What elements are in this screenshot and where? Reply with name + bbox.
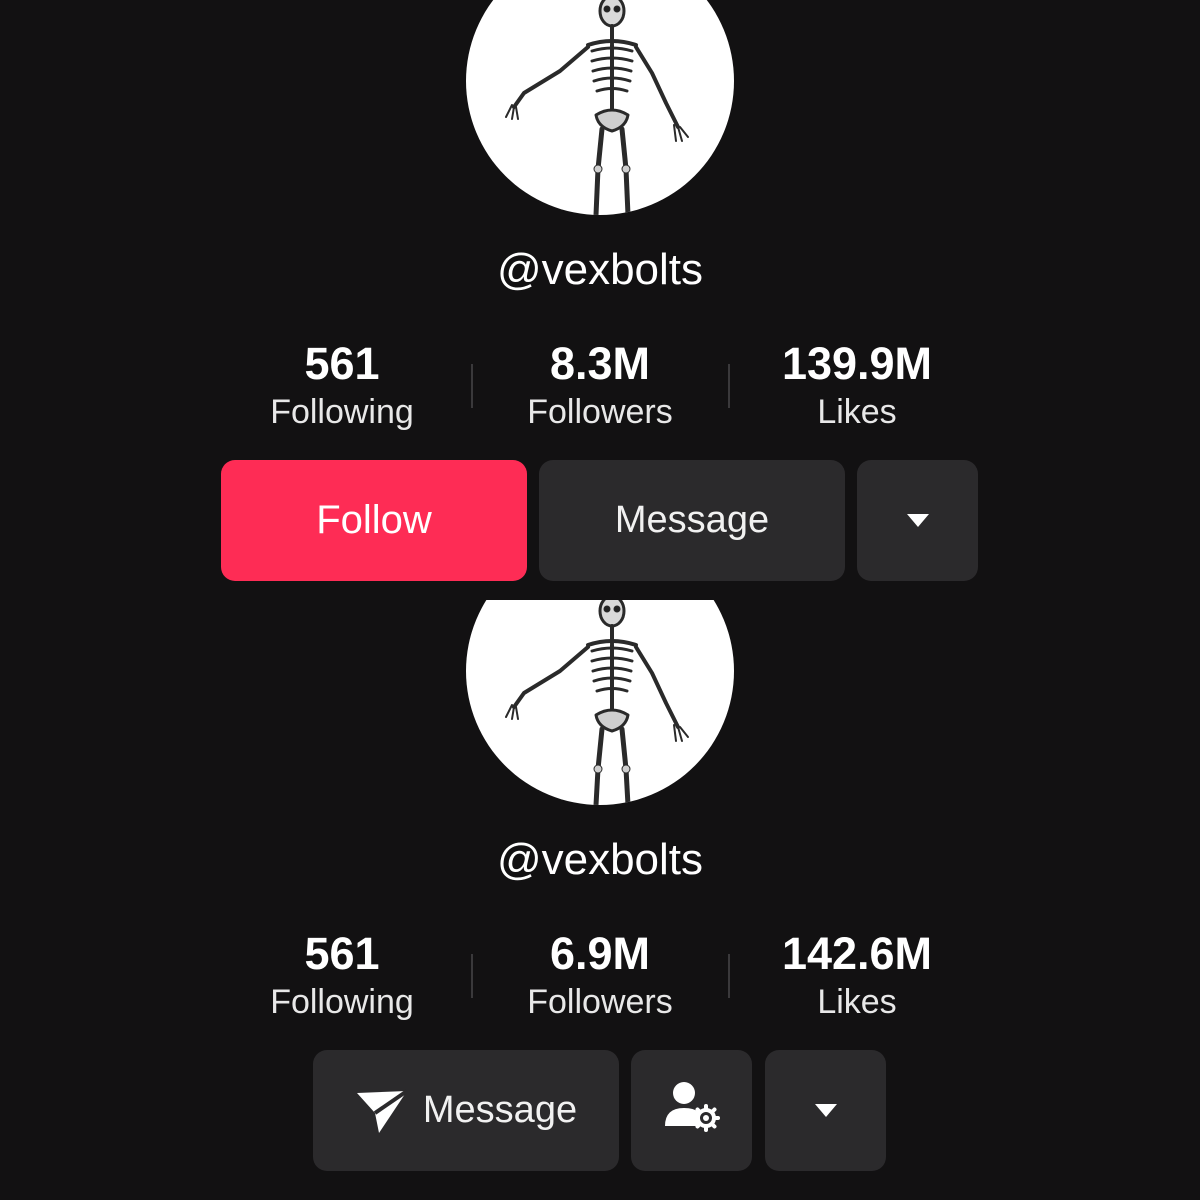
follow-button[interactable]: Follow <box>221 460 527 581</box>
friend-settings-button[interactable] <box>631 1050 752 1171</box>
caret-down-icon <box>814 1104 837 1117</box>
stat-label: Followers <box>527 983 673 1021</box>
caret-down-icon <box>906 514 929 527</box>
user-settings-icon <box>664 1080 720 1142</box>
stat-label: Followers <box>527 393 673 431</box>
stat-following[interactable]: 561 Following <box>214 928 470 1024</box>
username: @vexbolts <box>496 245 704 294</box>
stat-following[interactable]: 561 Following <box>214 338 470 434</box>
message-button[interactable]: Message <box>539 460 845 581</box>
profile-header-before: @vexbolts 561 Following 8.3M Followers 1… <box>0 0 1200 600</box>
stat-label: Likes <box>817 983 897 1021</box>
stat-label: Following <box>270 983 414 1021</box>
username: @vexbolts <box>496 835 704 884</box>
stat-label: Likes <box>817 393 897 431</box>
stat-likes[interactable]: 142.6M Likes <box>729 928 985 1024</box>
send-icon <box>355 1087 409 1135</box>
stat-followers[interactable]: 6.9M Followers <box>472 928 728 1024</box>
more-options-button[interactable] <box>857 460 978 581</box>
stat-value: 561 <box>304 338 380 389</box>
stat-value: 8.3M <box>549 338 651 389</box>
stat-value: 6.9M <box>549 928 651 979</box>
profile-stats: 561 Following 8.3M Followers 139.9M Like… <box>214 338 986 438</box>
message-button-label: Message <box>422 1089 578 1131</box>
avatar[interactable] <box>466 0 734 215</box>
stat-label: Following <box>270 393 414 431</box>
skeleton-avatar-image <box>505 0 689 215</box>
stat-value: 561 <box>304 928 380 979</box>
avatar[interactable] <box>466 600 734 805</box>
stat-value: 142.6M <box>781 928 933 979</box>
stat-value: 139.9M <box>781 338 933 389</box>
profile-stats: 561 Following 6.9M Followers 142.6M Like… <box>214 928 986 1028</box>
more-options-button[interactable] <box>765 1050 886 1171</box>
stat-likes[interactable]: 139.9M Likes <box>729 338 985 434</box>
profile-header-after: @vexbolts 561 Following 6.9M Followers 1… <box>0 600 1200 1200</box>
message-button[interactable]: Message <box>313 1050 619 1171</box>
stat-followers[interactable]: 8.3M Followers <box>472 338 728 434</box>
skeleton-avatar-image <box>505 600 689 805</box>
follow-button-label: Follow <box>316 498 432 542</box>
message-button-label: Message <box>614 499 770 541</box>
